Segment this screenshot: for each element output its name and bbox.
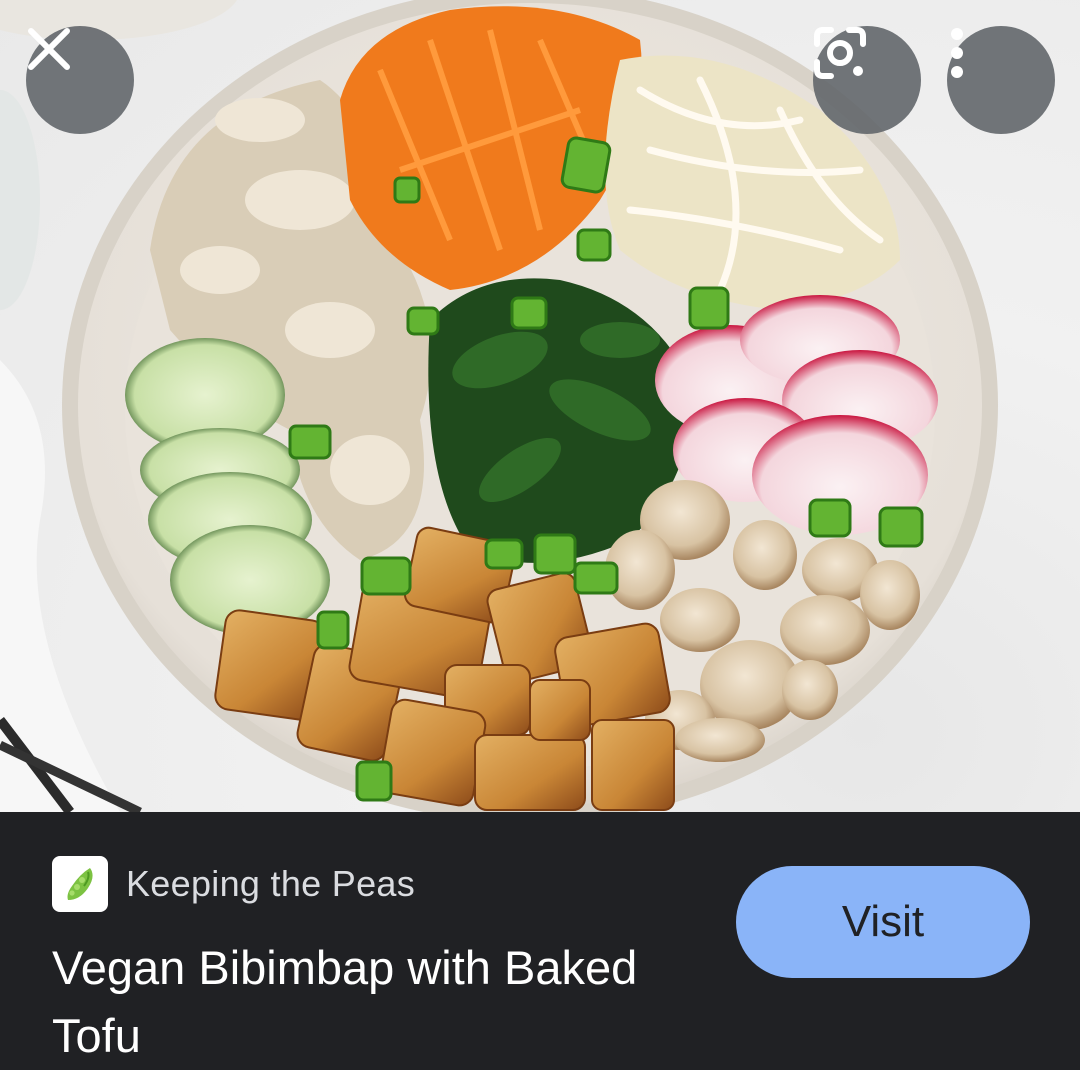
bibimbap-photo: [0, 0, 998, 812]
more-options-button[interactable]: [947, 26, 1055, 134]
pea-pod-icon: [67, 868, 93, 900]
more-vert-icon: [951, 28, 963, 78]
recipe-image[interactable]: [0, 0, 1080, 812]
source-row[interactable]: Keeping the Peas: [52, 856, 415, 912]
google-lens-button[interactable]: [813, 26, 921, 134]
visit-button[interactable]: Visit: [736, 866, 1030, 978]
result-title[interactable]: Vegan Bibimbap with Baked Tofu: [52, 934, 672, 1070]
source-name: Keeping the Peas: [126, 863, 416, 904]
close-icon: [28, 28, 70, 70]
close-button[interactable]: [26, 26, 134, 134]
source-favicon: [52, 856, 108, 912]
google-lens-icon: [814, 27, 866, 79]
result-info-panel: Keeping the Peas Vegan Bibimbap with Bak…: [0, 812, 1080, 1070]
